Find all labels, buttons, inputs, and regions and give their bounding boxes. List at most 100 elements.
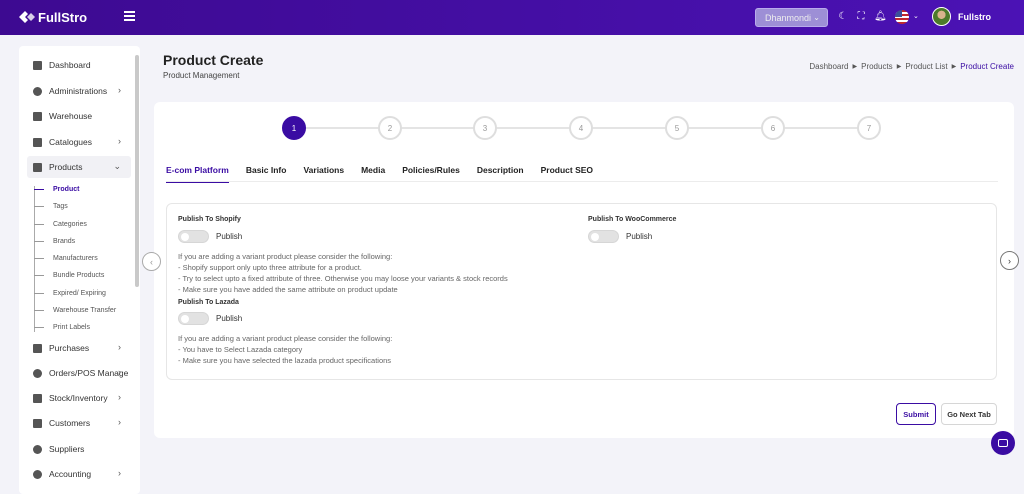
step-2[interactable]: 2 xyxy=(378,116,402,140)
shopify-toggle-label: Publish xyxy=(216,232,243,241)
sidebar-subitem-bundle-products[interactable]: Bundle Products xyxy=(34,272,104,279)
woocommerce-label: Publish To WooCommerce xyxy=(588,216,677,223)
chevron-down-icon: ⌄ xyxy=(813,13,820,22)
lazada-publish-toggle[interactable] xyxy=(178,312,209,325)
sidebar-item-label: Products xyxy=(49,162,83,172)
next-arrow-icon[interactable]: › xyxy=(1000,251,1019,270)
lazada-notes: If you are adding a variant product plea… xyxy=(178,333,392,366)
shopify-publish-toggle[interactable] xyxy=(178,230,209,243)
sidebar-item-customers[interactable]: Customers › xyxy=(27,412,131,434)
page-subtitle: Product Management xyxy=(163,71,240,80)
sidebar-item-catalogues[interactable]: Catalogues › xyxy=(27,131,131,153)
logo-icon xyxy=(18,9,36,25)
breadcrumb: Dashboard ▶ Products ▶ Product List ▶ Pr… xyxy=(809,62,1014,71)
submit-button[interactable]: Submit xyxy=(896,403,936,425)
page-title: Product Create xyxy=(163,52,264,68)
woocommerce-publish-toggle[interactable] xyxy=(588,230,619,243)
chevron-right-icon: › xyxy=(118,136,121,146)
sidebar-item-label: Accounting xyxy=(49,469,92,479)
sidebar-item-accounting[interactable]: Accounting › xyxy=(27,463,131,485)
caret-right-icon: ▶ xyxy=(896,64,902,70)
step-4[interactable]: 4 xyxy=(569,116,593,140)
sidebar-scrollbar[interactable] xyxy=(135,55,139,287)
step-1[interactable]: 1 xyxy=(282,116,306,140)
note-line: - Make sure you have added the same attr… xyxy=(178,285,398,294)
lazada-label: Publish To Lazada xyxy=(178,299,239,306)
sidebar-subitem-tags[interactable]: Tags xyxy=(34,203,68,210)
shopify-label: Publish To Shopify xyxy=(178,216,241,223)
sidebar-item-warehouse[interactable]: Warehouse xyxy=(27,105,131,127)
previous-arrow-icon[interactable]: ‹ xyxy=(142,252,161,271)
note-line: - Make sure you have selected the lazada… xyxy=(178,356,392,365)
chevron-right-icon: › xyxy=(118,85,121,95)
note-line: - You have to Select Lazada category xyxy=(178,345,303,354)
chevron-down-icon[interactable]: ⌄ xyxy=(913,12,919,20)
step-6[interactable]: 6 xyxy=(761,116,785,140)
avatar[interactable] xyxy=(932,7,951,26)
sidebar-item-label: Dashboard xyxy=(49,60,91,70)
tabs-divider xyxy=(166,181,998,182)
breadcrumb-current: Product Create xyxy=(960,62,1014,71)
woocommerce-toggle-label: Publish xyxy=(626,232,653,241)
products-icon xyxy=(33,162,42,172)
sidebar-item-label: Suppliers xyxy=(49,444,85,454)
chevron-right-icon: › xyxy=(118,392,121,402)
monitor-icon xyxy=(33,60,42,70)
accounting-icon xyxy=(33,469,42,479)
sidebar-item-label: Warehouse xyxy=(49,111,93,121)
stock-icon xyxy=(33,393,42,403)
sidebar-item-dashboard[interactable]: Dashboard xyxy=(27,54,131,76)
lazada-toggle-label: Publish xyxy=(216,314,243,323)
sidebar-item-administrations[interactable]: Administrations › xyxy=(27,80,131,102)
catalogue-icon xyxy=(33,137,42,147)
step-5[interactable]: 5 xyxy=(665,116,689,140)
brand-name: FullStro xyxy=(38,9,88,25)
top-bar: FullStro Dhanmondi ⌄ ☾ ⛶ 🔔︎ ⌄ Fullstro xyxy=(0,0,1024,35)
sidebar-subitem-product[interactable]: Product xyxy=(34,186,79,193)
sidebar-subitem-print-labels[interactable]: Print Labels xyxy=(34,324,90,331)
note-line: - Try to select upto a fixed attribute o… xyxy=(178,274,508,283)
chevron-right-icon: › xyxy=(118,417,121,427)
dark-mode-icon[interactable]: ☾ xyxy=(837,11,849,23)
note-line: If you are adding a variant product plea… xyxy=(178,252,393,261)
sidebar-subitem-categories[interactable]: Categories xyxy=(34,221,87,228)
orders-icon xyxy=(33,368,42,378)
notification-bell-icon[interactable]: 🔔︎ xyxy=(874,11,887,23)
store-select[interactable]: Dhanmondi ⌄ xyxy=(755,8,828,27)
breadcrumb-products[interactable]: Products xyxy=(861,62,893,71)
user-name[interactable]: Fullstro xyxy=(958,12,991,22)
step-3[interactable]: 3 xyxy=(473,116,497,140)
menu-toggle-icon[interactable] xyxy=(124,11,135,21)
chat-icon xyxy=(998,439,1008,447)
sidebar-item-suppliers[interactable]: Suppliers xyxy=(27,438,131,460)
breadcrumb-dashboard[interactable]: Dashboard xyxy=(809,62,848,71)
sidebar-item-stock[interactable]: Stock/Inventory › xyxy=(27,387,131,409)
sidebar-subitem-manufacturers[interactable]: Manufacturers xyxy=(34,255,98,262)
purchase-icon xyxy=(33,343,42,353)
sidebar-item-label: Customers xyxy=(49,418,91,428)
breadcrumb-product-list[interactable]: Product List xyxy=(905,62,947,71)
chevron-right-icon: › xyxy=(118,342,121,352)
note-line: - Shopify support only upto three attrib… xyxy=(178,263,362,272)
chevron-right-icon: › xyxy=(118,468,121,478)
sidebar-subitem-expired[interactable]: Expired/ Expiring xyxy=(34,290,106,297)
sidebar-item-products[interactable]: Products ⌄ xyxy=(27,156,131,178)
sidebar-item-orders[interactable]: Orders/POS Manage › xyxy=(27,362,131,384)
step-7[interactable]: 7 xyxy=(857,116,881,140)
chevron-right-icon: › xyxy=(118,367,121,377)
language-flag-icon[interactable] xyxy=(895,10,909,24)
shopify-notes: If you are adding a variant product plea… xyxy=(178,251,508,295)
suppliers-icon xyxy=(33,444,42,454)
chevron-down-icon: ⌄ xyxy=(113,161,121,171)
sidebar-item-label: Purchases xyxy=(49,343,90,353)
go-next-tab-button[interactable]: Go Next Tab xyxy=(941,403,997,425)
caret-right-icon: ▶ xyxy=(852,64,858,70)
brand-logo[interactable]: FullStro xyxy=(18,9,87,25)
chat-button[interactable] xyxy=(991,431,1015,455)
sidebar-subitem-warehouse-transfer[interactable]: Warehouse Transfer xyxy=(34,307,116,314)
warehouse-icon xyxy=(33,111,42,121)
sidebar-subitem-brands[interactable]: Brands xyxy=(34,238,75,245)
sidebar-item-purchases[interactable]: Purchases › xyxy=(27,337,131,359)
fullscreen-icon[interactable]: ⛶ xyxy=(855,11,867,23)
sidebar-item-label: Stock/Inventory xyxy=(49,393,108,403)
